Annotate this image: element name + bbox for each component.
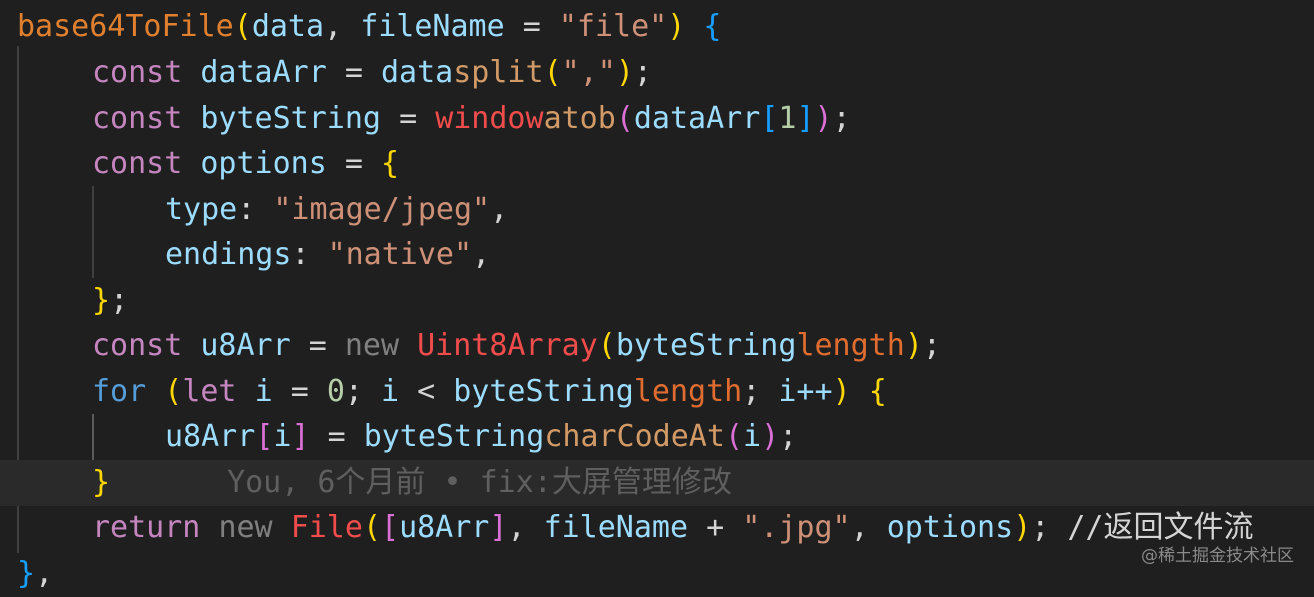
watermark-text: @稀土掘金技术社区 <box>1141 546 1294 566</box>
code-editor[interactable]: base64ToFile(data, fileName = "file") { … <box>0 0 1314 591</box>
function-name: base64ToFile <box>17 9 234 44</box>
code-line-7: }; <box>92 283 129 318</box>
code-line-5: type: "image/jpeg", <box>165 192 509 227</box>
code-line-2: const dataArr = datasplit(","); <box>92 55 652 90</box>
code-line-12: return new File([u8Arr], fileName + ".jp… <box>92 510 1254 545</box>
git-blame-annotation: You, 6个月前 • fix:大屏管理修改 <box>227 465 732 500</box>
code-line-11-current: } You, 6个月前 • fix:大屏管理修改 <box>0 460 1314 506</box>
indent-guide-for <box>92 414 94 462</box>
indent-guide-options <box>92 186 94 278</box>
code-line-9: for (let i = 0; i < byteStringlength; i+… <box>92 374 887 409</box>
code-line-10: u8Arr[i] = byteStringcharCodeAt(i); <box>165 419 798 454</box>
code-line-8: const u8Arr = new Uint8Array(byteStringl… <box>92 328 941 363</box>
code-line-4: const options = { <box>92 146 400 181</box>
code-line-3: const byteString = windowatob(dataArr[1]… <box>92 101 851 136</box>
code-line-1: base64ToFile(data, fileName = "file") { <box>17 9 722 44</box>
code-line-13: }, <box>17 556 54 591</box>
code-line-6: endings: "native", <box>165 237 491 272</box>
code-comment: //返回文件流 <box>1067 510 1254 545</box>
